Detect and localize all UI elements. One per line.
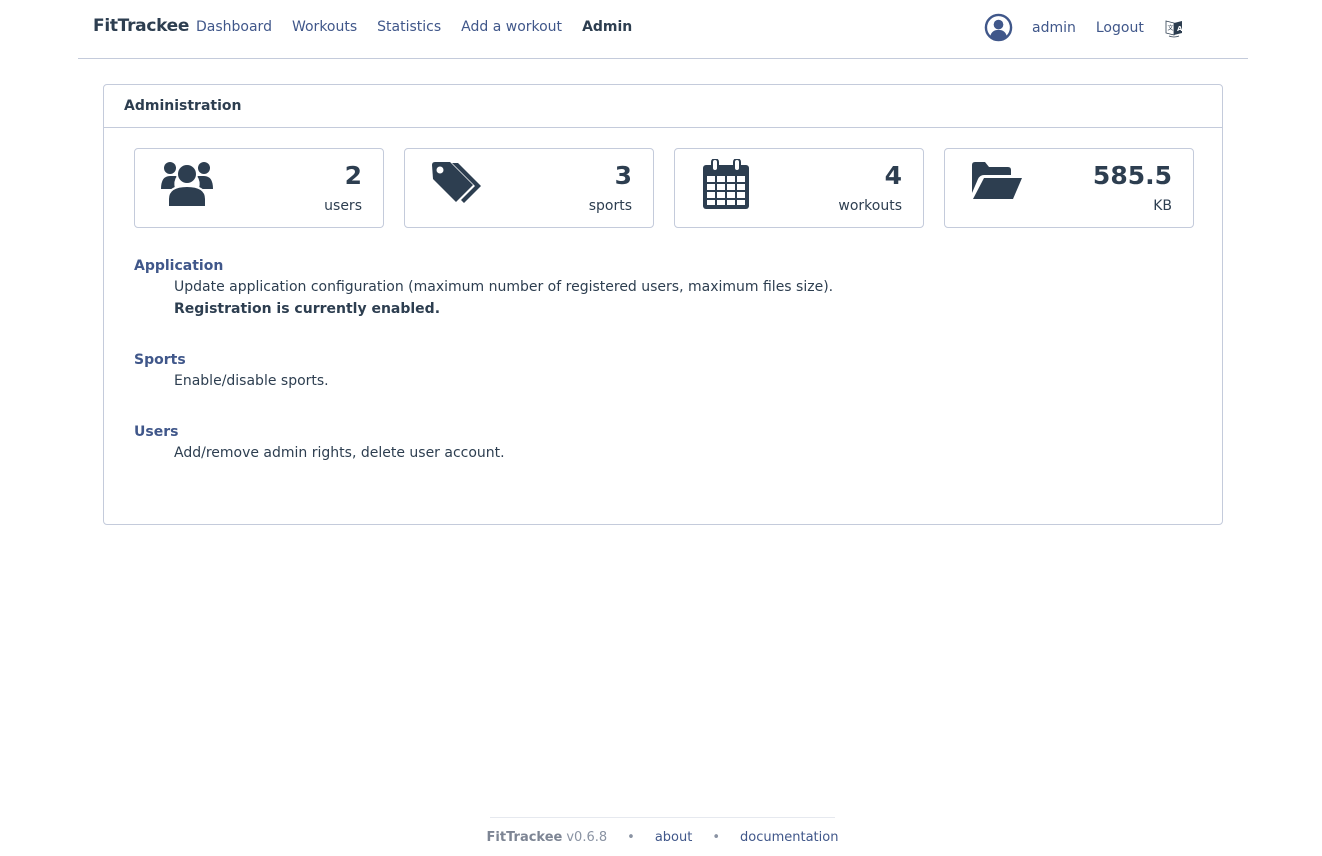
- application-description: Update application configuration (maximu…: [174, 279, 834, 295]
- tags-icon: [432, 162, 481, 203]
- navbar: FitTrackee Dashboard Workouts Statistics…: [78, 0, 1248, 59]
- nav-dashboard[interactable]: Dashboard: [196, 19, 272, 35]
- stat-value: 585.5: [1092, 161, 1172, 190]
- stats-row: 2 users 3 sports 4 workouts 585.5 KB: [134, 148, 1194, 228]
- folder-open-icon: [972, 162, 1022, 199]
- users-description: Add/remove admin rights, delete user acc…: [174, 445, 505, 461]
- stat-label: workouts: [838, 198, 902, 214]
- nav-workouts[interactable]: Workouts: [292, 19, 357, 35]
- footer-separator: •: [627, 829, 635, 845]
- footer-brand: FitTrackee: [486, 829, 563, 845]
- stat-value: 3: [614, 161, 632, 190]
- application-link[interactable]: Application: [134, 256, 833, 276]
- stat-storage: 585.5 KB: [944, 148, 1194, 228]
- stat-label: sports: [588, 198, 632, 214]
- section-users: Users Add/remove admin rights, delete us…: [134, 422, 833, 464]
- stat-users: 2 users: [134, 148, 384, 228]
- stat-value: 4: [884, 161, 902, 190]
- footer-version: v0.6.8: [566, 829, 608, 845]
- section-sports: Sports Enable/disable sports.: [134, 350, 833, 392]
- svg-text:文: 文: [1167, 24, 1173, 32]
- stat-label: KB: [1153, 198, 1172, 214]
- stat-workouts: 4 workouts: [674, 148, 924, 228]
- user-circle-icon[interactable]: [984, 13, 1013, 42]
- language-icon[interactable]: A 文: [1164, 18, 1184, 38]
- documentation-link[interactable]: documentation: [740, 830, 838, 845]
- users-link[interactable]: Users: [134, 422, 833, 442]
- sports-link[interactable]: Sports: [134, 350, 833, 370]
- svg-text:A: A: [1177, 25, 1183, 33]
- sports-description: Enable/disable sports.: [174, 373, 329, 389]
- users-icon: [161, 162, 213, 208]
- nav-username[interactable]: admin: [1032, 20, 1076, 36]
- nav-add-workout[interactable]: Add a workout: [461, 19, 562, 35]
- footer: FitTrackee v0.6.8 • about • documentatio…: [486, 817, 838, 856]
- stat-value: 2: [344, 161, 362, 190]
- section-application: Application Update application configura…: [134, 256, 833, 320]
- stat-sports: 3 sports: [404, 148, 654, 228]
- nav-statistics[interactable]: Statistics: [377, 19, 441, 35]
- nav-user-area: admin Logout A 文: [984, 13, 1184, 42]
- calendar-icon: [703, 159, 749, 209]
- nav-links: Dashboard Workouts Statistics Add a work…: [196, 19, 652, 35]
- nav-admin[interactable]: Admin: [582, 19, 632, 35]
- registration-status: Registration is currently enabled.: [174, 301, 441, 317]
- stat-label: users: [324, 198, 362, 214]
- admin-sections: Application Update application configura…: [134, 256, 833, 494]
- footer-separator: •: [712, 829, 720, 845]
- app-brand[interactable]: FitTrackee: [93, 16, 189, 36]
- card-title: Administration: [104, 85, 1222, 128]
- logout-link[interactable]: Logout: [1096, 20, 1144, 36]
- about-link[interactable]: about: [655, 830, 693, 845]
- administration-card: Administration 2 users 3 sports 4 workou…: [103, 84, 1223, 525]
